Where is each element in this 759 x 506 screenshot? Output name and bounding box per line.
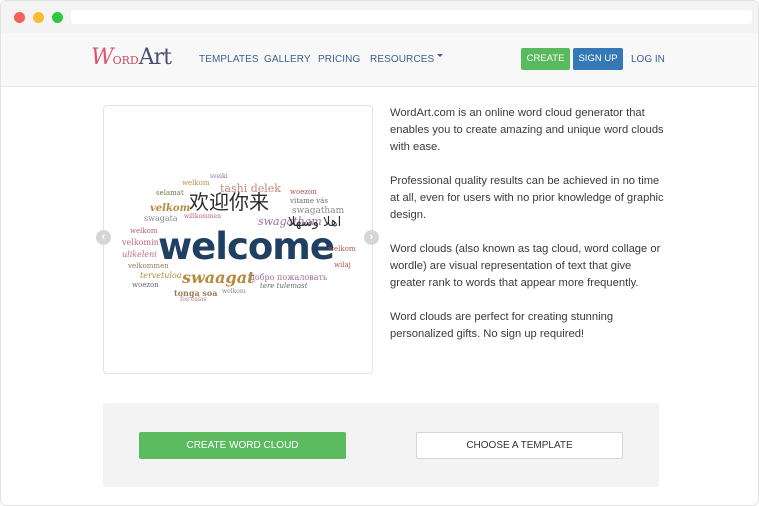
- cloud-word: fos ealas: [180, 296, 207, 303]
- nav-resources[interactable]: RESOURCES: [370, 54, 444, 65]
- cloud-word-welcome: welcome: [158, 225, 335, 268]
- create-button[interactable]: CREATE: [521, 48, 570, 70]
- cloud-word: velkomin: [122, 238, 159, 247]
- cloud-word: tere tulemast: [260, 282, 308, 290]
- cloud-word: swagata: [144, 214, 178, 223]
- wordart-logo[interactable]: WordArt: [91, 45, 172, 75]
- cloud-word: welkom: [328, 245, 356, 253]
- cloud-word: wilaj: [334, 261, 351, 269]
- maximize-window-icon[interactable]: [52, 12, 63, 23]
- word-cloud-carousel: ‹ › sveiki tashi delek welkom selamat 欢迎…: [96, 105, 379, 374]
- cloud-word: willkommen: [184, 213, 221, 220]
- cloud-word: welkom: [130, 227, 158, 235]
- log-in-link[interactable]: LOG IN: [631, 54, 665, 65]
- carousel-next-icon[interactable]: ›: [364, 230, 379, 245]
- address-bar[interactable]: [71, 10, 752, 24]
- nav-pricing[interactable]: PRICING: [318, 54, 360, 65]
- cloud-word: swaagat: [182, 268, 255, 287]
- sign-up-button[interactable]: SIGN UP: [573, 48, 623, 70]
- cloud-word: woezon: [132, 281, 159, 289]
- description-paragraph-1: WordArt.com is an online word cloud gene…: [390, 107, 664, 153]
- cloud-word: ulikeleni: [122, 250, 157, 259]
- cloud-word: добро пожаловать: [250, 273, 328, 282]
- logo-ord: ord: [112, 50, 139, 68]
- description-paragraph-4: Word clouds are perfect for creating stu…: [390, 311, 614, 340]
- nav-templates[interactable]: TEMPLATES: [199, 54, 259, 65]
- description-paragraph-3: Word clouds (also known as tag cloud, wo…: [390, 243, 661, 289]
- cloud-word: selamat: [156, 189, 184, 197]
- cloud-word: welkom: [182, 179, 210, 187]
- cloud-word: vitame vás: [290, 197, 328, 205]
- cloud-word-chinese: 欢迎你来: [189, 190, 269, 214]
- close-window-icon[interactable]: [14, 12, 25, 23]
- browser-window: WordArt TEMPLATES GALLERY PRICING RESOUR…: [0, 0, 759, 506]
- cloud-word: welkom: [222, 288, 246, 295]
- minimize-window-icon[interactable]: [33, 12, 44, 23]
- site-navbar: WordArt TEMPLATES GALLERY PRICING RESOUR…: [1, 33, 758, 87]
- call-to-action-panel: CREATE WORD CLOUD CHOOSE A TEMPLATE: [103, 403, 659, 487]
- browser-titlebar: [1, 1, 758, 33]
- cloud-word: tervetuloa: [140, 271, 182, 280]
- caret-down-icon: [437, 54, 444, 57]
- product-description: WordArt.com is an online word cloud gene…: [390, 105, 665, 360]
- cloud-word: sveiki: [210, 173, 228, 180]
- nav-gallery[interactable]: GALLERY: [264, 54, 311, 65]
- create-word-cloud-button[interactable]: CREATE WORD CLOUD: [139, 432, 346, 459]
- nav-resources-label: RESOURCES: [370, 54, 435, 65]
- logo-art: Art: [138, 45, 172, 70]
- word-cloud-image: sveiki tashi delek welkom selamat 欢迎你来 w…: [122, 173, 362, 306]
- logo-w: W: [91, 45, 114, 70]
- choose-template-button[interactable]: CHOOSE A TEMPLATE: [416, 432, 623, 459]
- description-paragraph-2: Professional quality results can be achi…: [390, 175, 664, 221]
- cloud-word: woezon: [290, 188, 317, 196]
- carousel-prev-icon[interactable]: ‹: [96, 230, 111, 245]
